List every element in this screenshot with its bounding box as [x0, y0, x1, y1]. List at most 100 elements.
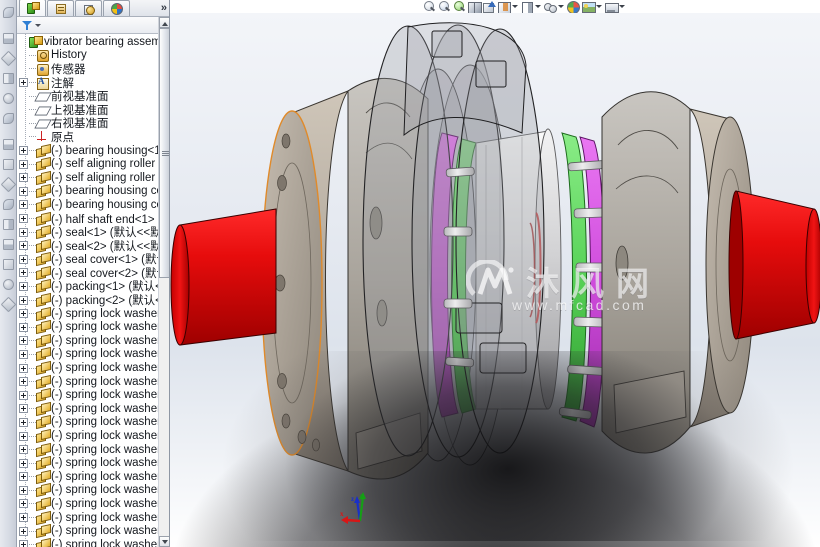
tab-feature-tree[interactable]: [19, 0, 46, 16]
hide-show-chevron-down-icon[interactable]: [535, 5, 541, 8]
tree-item[interactable]: (-) spring lock washer 67: [17, 375, 158, 389]
expand-toggle[interactable]: [19, 526, 28, 536]
expand-toggle[interactable]: [19, 363, 28, 373]
expand-toggle[interactable]: [19, 540, 28, 547]
bom-tool[interactable]: [1, 275, 16, 294]
scroll-up-arrow[interactable]: [159, 17, 169, 28]
tree-item[interactable]: (-) spring lock washer 67: [17, 456, 158, 470]
tree-item[interactable]: (-) packing<2> (默认<<默: [17, 293, 158, 307]
expand-toggle[interactable]: [19, 472, 28, 482]
mate-tool[interactable]: [1, 69, 16, 88]
3d-viewport[interactable]: 沐风网 www.mfcad.com y z x: [170, 13, 820, 547]
tree-item[interactable]: (-) spring lock washer 67: [17, 497, 158, 511]
expand-toggle[interactable]: [19, 214, 28, 224]
tree-item[interactable]: (-) spring lock washer 67: [17, 470, 158, 484]
expand-toggle[interactable]: [19, 336, 28, 346]
tree-item[interactable]: (-) spring lock washer 67: [17, 511, 158, 525]
display-style-icon[interactable]: [498, 1, 511, 14]
measure-tool[interactable]: [1, 109, 16, 128]
view-orientation-icon[interactable]: [483, 0, 496, 13]
tabs-overflow-button[interactable]: »: [161, 2, 167, 14]
tree-item[interactable]: (-) self aligning roller be: [17, 157, 158, 171]
exploded-view-tool[interactable]: [1, 135, 16, 154]
zoom-to-area-icon[interactable]: [438, 0, 451, 13]
expand-toggle[interactable]: [19, 295, 28, 305]
tree-root-item[interactable]: vibrator bearing assembly: [17, 35, 158, 49]
smart-fasteners-tool[interactable]: [1, 175, 16, 194]
tree-item[interactable]: (-) bearing housing cove: [17, 185, 158, 199]
expand-toggle[interactable]: [19, 445, 28, 455]
tree-item[interactable]: (-) spring lock washer 67: [17, 348, 158, 362]
tree-item[interactable]: (-) spring lock washer 67: [17, 361, 158, 375]
feature-tree[interactable]: vibrator bearing assemblyHistory传感器注解前视基…: [17, 34, 158, 547]
tree-item[interactable]: (-) self aligning roller be: [17, 171, 158, 185]
chevron-down-icon[interactable]: [35, 23, 41, 27]
expand-toggle[interactable]: [19, 281, 28, 291]
edit-appearance-chevron-down-icon[interactable]: [558, 5, 564, 8]
tree-item[interactable]: (-) spring lock washer 67: [17, 538, 158, 547]
expand-toggle[interactable]: [19, 404, 28, 414]
expand-toggle[interactable]: [19, 349, 28, 359]
assembly-features-tool[interactable]: [1, 215, 16, 234]
expand-toggle[interactable]: [19, 499, 28, 509]
expand-toggle[interactable]: [19, 322, 28, 332]
viewport-layout-chevron-down-icon[interactable]: [619, 5, 625, 8]
annotation-tool[interactable]: [1, 89, 16, 108]
expand-toggle[interactable]: [19, 390, 28, 400]
tree-item[interactable]: 右视基准面: [17, 117, 158, 130]
new-part-tool[interactable]: [1, 255, 16, 274]
tree-item[interactable]: (-) spring lock washer 67: [17, 524, 158, 538]
expand-toggle[interactable]: [19, 78, 28, 88]
expand-toggle[interactable]: [19, 268, 28, 278]
expand-toggle[interactable]: [19, 431, 28, 441]
expand-toggle[interactable]: [19, 146, 28, 156]
apply-scene-icon[interactable]: [567, 0, 580, 14]
expand-toggle[interactable]: [19, 254, 28, 264]
expand-toggle[interactable]: [19, 241, 28, 251]
expand-toggle[interactable]: [19, 417, 28, 427]
rotate-view-tool[interactable]: [1, 3, 16, 22]
expand-toggle[interactable]: [19, 458, 28, 468]
section-view-tool[interactable]: [1, 155, 16, 174]
tree-item[interactable]: (-) spring lock washer 67: [17, 416, 158, 430]
expand-toggle[interactable]: [19, 485, 28, 495]
zoom-to-fit-icon[interactable]: [423, 0, 436, 13]
tree-item[interactable]: (-) spring lock washer 67: [17, 443, 158, 457]
expand-toggle[interactable]: [19, 200, 28, 210]
previous-view-icon[interactable]: [453, 0, 466, 13]
tab-display-manager[interactable]: [103, 0, 130, 16]
insert-component-tool[interactable]: [1, 295, 16, 314]
pan-view-tool[interactable]: [1, 29, 16, 48]
tree-item[interactable]: 原点: [17, 130, 158, 144]
tab-configuration-manager[interactable]: [75, 0, 102, 16]
expand-toggle[interactable]: [19, 513, 28, 523]
hide-show-icon[interactable]: [521, 1, 534, 14]
tree-item[interactable]: (-) spring lock washer 67: [17, 402, 158, 416]
edit-appearance-icon[interactable]: [544, 1, 557, 13]
tree-item[interactable]: (-) spring lock washer 67: [17, 429, 158, 443]
tree-item[interactable]: (-) spring lock washer 67: [17, 388, 158, 402]
interference-detect-tool[interactable]: [1, 195, 16, 214]
tree-item[interactable]: History: [17, 49, 158, 63]
tree-item[interactable]: (-) spring lock washer 67: [17, 320, 158, 334]
view-settings-chevron-down-icon[interactable]: [596, 5, 602, 8]
view-settings-icon[interactable]: [582, 1, 596, 13]
expand-toggle[interactable]: [19, 159, 28, 169]
tree-item[interactable]: (-) bearing housing<1> (: [17, 144, 158, 158]
reference-geometry-tool[interactable]: [1, 235, 16, 254]
viewport-layout-icon[interactable]: [605, 1, 619, 13]
tree-item[interactable]: (-) spring lock washer 67: [17, 484, 158, 498]
display-style-chevron-down-icon[interactable]: [512, 5, 518, 8]
tree-item[interactable]: (-) spring lock washer 67: [17, 334, 158, 348]
expand-toggle[interactable]: [19, 227, 28, 237]
scroll-down-arrow[interactable]: [159, 536, 169, 547]
section-view-icon[interactable]: [468, 1, 482, 14]
expand-toggle[interactable]: [19, 186, 28, 196]
scrollbar-thumb[interactable]: [159, 28, 169, 278]
tree-filter[interactable]: [17, 17, 169, 34]
expand-toggle[interactable]: [19, 309, 28, 319]
tab-property-manager[interactable]: [47, 0, 74, 16]
tree-item[interactable]: 传感器: [17, 62, 158, 76]
feature-tree-scrollbar[interactable]: [158, 17, 169, 547]
tree-item[interactable]: (-) spring lock washer 67: [17, 307, 158, 321]
